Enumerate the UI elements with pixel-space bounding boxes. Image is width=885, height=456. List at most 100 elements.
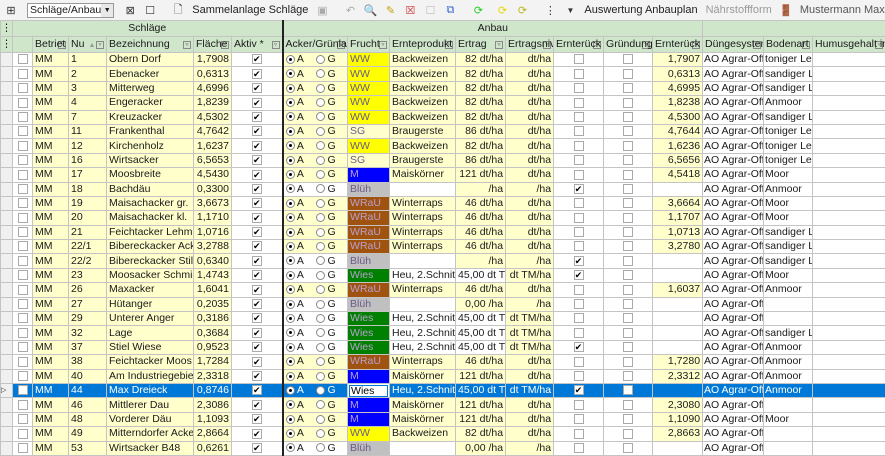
table-row[interactable]: MM 23 Moosacker Schmid 1,4743 ✔ A G Wies… [1, 268, 885, 282]
flaeche-cell[interactable]: 0,3300 [194, 182, 232, 196]
ertrag-cell[interactable]: 121 dt/ha [456, 398, 506, 412]
flaeche-cell[interactable]: 3,2788 [194, 240, 232, 254]
gruenduengung-cell[interactable] [604, 81, 653, 95]
nr-cell[interactable]: 21 [69, 225, 107, 239]
radio-acker[interactable] [286, 228, 295, 237]
frucht-cell[interactable]: Wies [348, 268, 390, 282]
ernterueckstand-cell[interactable] [554, 369, 604, 383]
duengesystem-cell[interactable]: AO Agrar-Office [703, 81, 764, 95]
ernteprodukt-cell[interactable]: Backweizen [390, 139, 456, 153]
ernterueck-value-cell[interactable]: 6,5656 [653, 153, 703, 167]
acker-gruenland-cell[interactable]: A G [283, 268, 348, 282]
ernterueck-value-cell[interactable]: 1,7907 [653, 53, 703, 67]
ertrag-cell[interactable]: 86 dt/ha [456, 124, 506, 138]
gruenduengung-checkbox[interactable] [623, 198, 633, 208]
betrieb-cell[interactable]: MM [33, 427, 69, 441]
radio-acker[interactable] [286, 285, 295, 294]
aktiv-checkbox[interactable]: ✔ [252, 69, 262, 79]
radio-gruenland[interactable] [316, 55, 325, 64]
radio-acker[interactable] [286, 84, 295, 93]
radio-gruenland[interactable] [316, 400, 325, 409]
column-header[interactable]: ▿Humusgehalt in [813, 37, 885, 53]
checkbox[interactable] [18, 313, 28, 323]
bezeichnung-cell[interactable]: Am Industriegebiet [107, 369, 194, 383]
ertragsniveau-cell[interactable]: dt/ha [506, 67, 554, 81]
ernterueck-value-cell[interactable] [653, 383, 703, 397]
humusgehalt-cell[interactable] [813, 268, 885, 282]
humusgehalt-cell[interactable] [813, 211, 885, 225]
frucht-cell[interactable]: Wies [348, 326, 390, 340]
humusgehalt-cell[interactable] [813, 398, 885, 412]
bezeichnung-cell[interactable]: Feichtacker Moos [107, 355, 194, 369]
gruenduengung-cell[interactable] [604, 254, 653, 268]
group-header-menu-icon[interactable]: ⋮ [1, 21, 13, 37]
gruenduengung-checkbox[interactable] [623, 170, 633, 180]
radio-gruenland[interactable] [316, 386, 325, 395]
radio-gruenland[interactable] [316, 127, 325, 136]
table-row[interactable]: MM 53 Wirtsacker B48 0,6261 ✔ A G Blüh 0… [1, 441, 885, 455]
ernterueckstand-cell[interactable]: ✔ [554, 383, 604, 397]
aktiv-checkbox[interactable]: ✔ [252, 385, 262, 395]
checkbox[interactable] [18, 98, 28, 108]
nr-cell[interactable]: 17 [69, 168, 107, 182]
bezeichnung-cell[interactable]: Lage [107, 326, 194, 340]
row-select-checkbox[interactable] [13, 355, 33, 369]
ertragsniveau-cell[interactable]: dt TM/ha [506, 326, 554, 340]
humusgehalt-cell[interactable] [813, 168, 885, 182]
flaeche-cell[interactable]: 0,8746 [194, 383, 232, 397]
flaeche-cell[interactable]: 4,5430 [194, 168, 232, 182]
frucht-cell[interactable]: WW [348, 96, 390, 110]
humusgehalt-cell[interactable] [813, 283, 885, 297]
ertrag-cell[interactable]: 46 dt/ha [456, 355, 506, 369]
frucht-editor[interactable]: Wies [349, 385, 388, 397]
gruenduengung-cell[interactable] [604, 326, 653, 340]
gruenduengung-checkbox[interactable] [623, 270, 633, 280]
table-row[interactable]: MM 22/2 Bibereckacker Still 0,6340 ✔ A G… [1, 254, 885, 268]
radio-acker[interactable] [286, 127, 295, 136]
ernterueckstand-checkbox[interactable] [574, 198, 584, 208]
ernterueckstand-checkbox[interactable]: ✔ [574, 256, 584, 266]
bodenart-cell[interactable]: Anmoor [764, 340, 813, 354]
ertragsniveau-cell[interactable]: dt/ha [506, 412, 554, 426]
acker-gruenland-cell[interactable]: A G [283, 312, 348, 326]
nr-cell[interactable]: 37 [69, 340, 107, 354]
bezeichnung-cell[interactable]: Mitterndorfer Acker [107, 427, 194, 441]
ernteprodukt-cell[interactable] [390, 441, 456, 455]
ernterueck-value-cell[interactable] [653, 297, 703, 311]
ernterueckstand-checkbox[interactable] [574, 170, 584, 180]
ernterueckstand-checkbox[interactable] [574, 400, 584, 410]
frucht-cell[interactable]: WRaU [348, 211, 390, 225]
ernterueck-value-cell[interactable]: 1,0713 [653, 225, 703, 239]
acker-gruenland-cell[interactable]: A G [283, 398, 348, 412]
row-header[interactable] [1, 81, 13, 95]
gruenduengung-checkbox[interactable] [623, 400, 633, 410]
radio-gruenland[interactable] [316, 69, 325, 78]
betrieb-cell[interactable]: MM [33, 168, 69, 182]
ertragsniveau-cell[interactable]: dt TM/ha [506, 312, 554, 326]
ernterueck-value-cell[interactable]: 4,5300 [653, 110, 703, 124]
checkbox[interactable] [18, 170, 28, 180]
refresh-yellow-icon[interactable]: ⟳ [494, 2, 510, 18]
betrieb-cell[interactable]: MM [33, 268, 69, 282]
flaeche-cell[interactable]: 1,8239 [194, 96, 232, 110]
frucht-cell[interactable]: WW [348, 81, 390, 95]
ernterueckstand-cell[interactable] [554, 139, 604, 153]
betrieb-cell[interactable]: MM [33, 139, 69, 153]
betrieb-cell[interactable]: MM [33, 196, 69, 210]
checkbox[interactable] [18, 54, 28, 64]
ernterueckstand-checkbox[interactable] [574, 54, 584, 64]
gruenduengung-checkbox[interactable] [623, 241, 633, 251]
ernterueckstand-cell[interactable] [554, 398, 604, 412]
flaeche-cell[interactable]: 1,6237 [194, 139, 232, 153]
table-row[interactable]: MM 7 Kreuzacker 4,5302 ✔ A G WW Backweiz… [1, 110, 885, 124]
table-row[interactable]: MM 18 Bachdäu 0,3300 ✔ A G Blüh /ha /ha … [1, 182, 885, 196]
bodenart-cell[interactable]: Anmoor [764, 383, 813, 397]
ernterueckstand-checkbox[interactable] [574, 285, 584, 295]
row-select-checkbox[interactable] [13, 427, 33, 441]
frucht-cell[interactable]: M [348, 398, 390, 412]
acker-gruenland-cell[interactable]: A G [283, 427, 348, 441]
frucht-cell[interactable]: WW [348, 427, 390, 441]
betrieb-cell[interactable]: MM [33, 124, 69, 138]
row-header[interactable] [1, 283, 13, 297]
checkbox[interactable] [18, 400, 28, 410]
